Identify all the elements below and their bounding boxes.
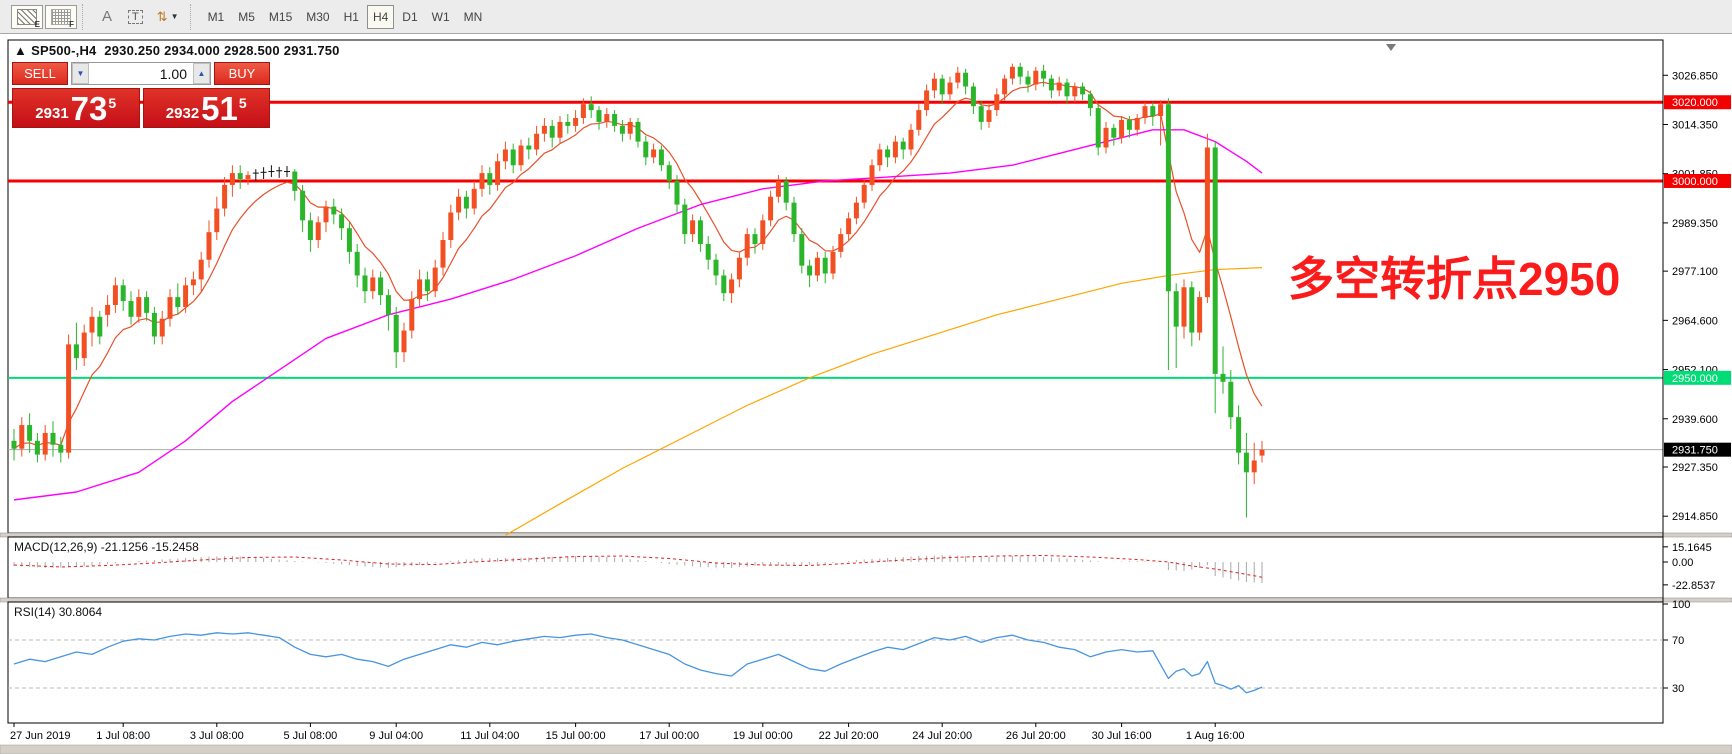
timeframe-button-MN[interactable]: MN	[458, 5, 489, 29]
chart-text-annotation[interactable]: 多空转折点2950	[1288, 243, 1620, 309]
symbol-marker-icon: ▲	[14, 43, 27, 58]
text-label-icon: A	[102, 9, 112, 24]
timeframe-button-M1[interactable]: M1	[202, 5, 231, 29]
svg-text:5 Jul 08:00: 5 Jul 08:00	[283, 730, 337, 742]
rsi-value: 30.8064	[59, 605, 102, 619]
svg-text:2931.750: 2931.750	[1672, 445, 1718, 457]
svg-text:3020.000: 3020.000	[1672, 97, 1718, 109]
timeframe-button-M15[interactable]: M15	[263, 5, 298, 29]
sell-price-display[interactable]: 2931 73 5	[12, 88, 140, 128]
macd-name: MACD(12,26,9)	[14, 540, 97, 554]
macd-indicator-label: MACD(12,26,9) -21.1256 -15.2458	[14, 540, 199, 554]
svg-text:-22.8537: -22.8537	[1672, 580, 1715, 592]
svg-text:2914.850: 2914.850	[1672, 511, 1718, 523]
sell-price-frac: 5	[108, 93, 116, 111]
svg-text:2977.100: 2977.100	[1672, 266, 1718, 278]
timeframe-button-H4[interactable]: H4	[367, 5, 394, 29]
svg-text:27 Jun 2019: 27 Jun 2019	[10, 730, 71, 742]
svg-text:100: 100	[1672, 599, 1690, 611]
triangle-down-icon: ▼	[77, 69, 85, 78]
svg-text:30: 30	[1672, 683, 1684, 695]
svg-text:26 Jul 20:00: 26 Jul 20:00	[1006, 730, 1066, 742]
triangle-up-icon: ▲	[198, 69, 206, 78]
grid-f-icon: F	[51, 9, 71, 25]
buy-price-whole: 2932	[166, 103, 199, 124]
ohlc-low: 2928.500	[224, 43, 280, 58]
toolbar: E F A T ⇅ ▼ M1M5M15M30H1H4D1W1MN	[0, 0, 1732, 34]
sell-price-whole: 2931	[35, 103, 68, 124]
svg-text:24 Jul 20:00: 24 Jul 20:00	[912, 730, 972, 742]
sell-price-pips: 73	[71, 93, 108, 124]
timeframe-button-D1[interactable]: D1	[396, 5, 423, 29]
cursor-arrows-icon: ⇅	[157, 10, 168, 23]
ohlc-high: 2934.000	[164, 43, 220, 58]
price-chart-canvas[interactable]: 3026.8503014.3503001.8502989.3502977.100…	[0, 33, 1732, 754]
svg-text:0.00: 0.00	[1672, 557, 1693, 569]
svg-text:2927.350: 2927.350	[1672, 462, 1718, 474]
rsi-indicator-label: RSI(14) 30.8064	[14, 605, 102, 619]
svg-text:3 Jul 08:00: 3 Jul 08:00	[190, 730, 244, 742]
timeframe-button-M5[interactable]: M5	[232, 5, 261, 29]
svg-text:1 Jul 08:00: 1 Jul 08:00	[96, 730, 150, 742]
timeframe-button-M30[interactable]: M30	[300, 5, 335, 29]
symbol-name: SP500-,H4	[31, 43, 96, 58]
indicators-button[interactable]: E	[11, 5, 43, 29]
svg-text:3014.350: 3014.350	[1672, 119, 1718, 131]
sell-button[interactable]: SELL	[12, 62, 68, 85]
text-label-button[interactable]: A	[94, 5, 120, 29]
text-box-icon: T	[128, 10, 143, 24]
volume-decrease-button[interactable]: ▼	[72, 63, 89, 84]
toolbar-separator-2	[190, 4, 197, 30]
chart-area[interactable]: 3026.8503014.3503001.8502989.3502977.100…	[0, 33, 1732, 754]
timeframe-button-H1[interactable]: H1	[338, 5, 365, 29]
timeframe-button-W1[interactable]: W1	[426, 5, 456, 29]
toolbar-separator	[82, 4, 89, 30]
macd-values: -21.1256 -15.2458	[101, 540, 199, 554]
svg-text:17 Jul 00:00: 17 Jul 00:00	[639, 730, 699, 742]
volume-stepper: ▼ 1.00 ▲	[71, 62, 211, 85]
timeframe-button-group: M1M5M15M30H1H4D1W1MN	[201, 5, 490, 29]
svg-text:2950.000: 2950.000	[1672, 373, 1718, 385]
volume-field[interactable]: 1.00	[89, 63, 193, 84]
svg-text:3000.000: 3000.000	[1672, 176, 1718, 188]
svg-text:19 Jul 00:00: 19 Jul 00:00	[733, 730, 793, 742]
text-box-button[interactable]: T	[122, 5, 149, 29]
ohlc-open: 2930.250	[104, 43, 160, 58]
ohlc-close: 2931.750	[284, 43, 340, 58]
svg-text:2939.600: 2939.600	[1672, 414, 1718, 426]
svg-text:70: 70	[1672, 635, 1684, 647]
buy-price-frac: 5	[239, 93, 247, 111]
svg-text:2989.350: 2989.350	[1672, 218, 1718, 230]
svg-text:1 Aug 16:00: 1 Aug 16:00	[1186, 730, 1245, 742]
cursor-mode-button[interactable]: ⇅ ▼	[151, 5, 185, 29]
one-click-trading-panel: SELL ▼ 1.00 ▲ BUY 2931 73 5 2932 51 5	[12, 62, 270, 128]
volume-increase-button[interactable]: ▲	[193, 63, 210, 84]
toolbar-left-margin	[4, 4, 6, 30]
chart-title: ▲ SP500-,H4 2930.250 2934.000 2928.500 2931.…	[14, 43, 344, 58]
chevron-down-icon: ▼	[171, 12, 179, 21]
buy-price-pips: 51	[201, 93, 238, 124]
svg-text:22 Jul 20:00: 22 Jul 20:00	[819, 730, 879, 742]
svg-text:3026.850: 3026.850	[1672, 70, 1718, 82]
buy-button[interactable]: BUY	[214, 62, 270, 85]
grid-button[interactable]: F	[45, 5, 77, 29]
svg-text:11 Jul 04:00: 11 Jul 04:00	[460, 730, 519, 742]
svg-text:2964.600: 2964.600	[1672, 315, 1718, 327]
rsi-name: RSI(14)	[14, 605, 55, 619]
buy-price-display[interactable]: 2932 51 5	[143, 88, 271, 128]
svg-text:15 Jul 00:00: 15 Jul 00:00	[546, 730, 606, 742]
indicators-hatch-e-icon: E	[17, 9, 37, 25]
svg-text:30 Jul 16:00: 30 Jul 16:00	[1092, 730, 1152, 742]
svg-text:9 Jul 04:00: 9 Jul 04:00	[369, 730, 423, 742]
svg-text:15.1645: 15.1645	[1672, 542, 1712, 554]
